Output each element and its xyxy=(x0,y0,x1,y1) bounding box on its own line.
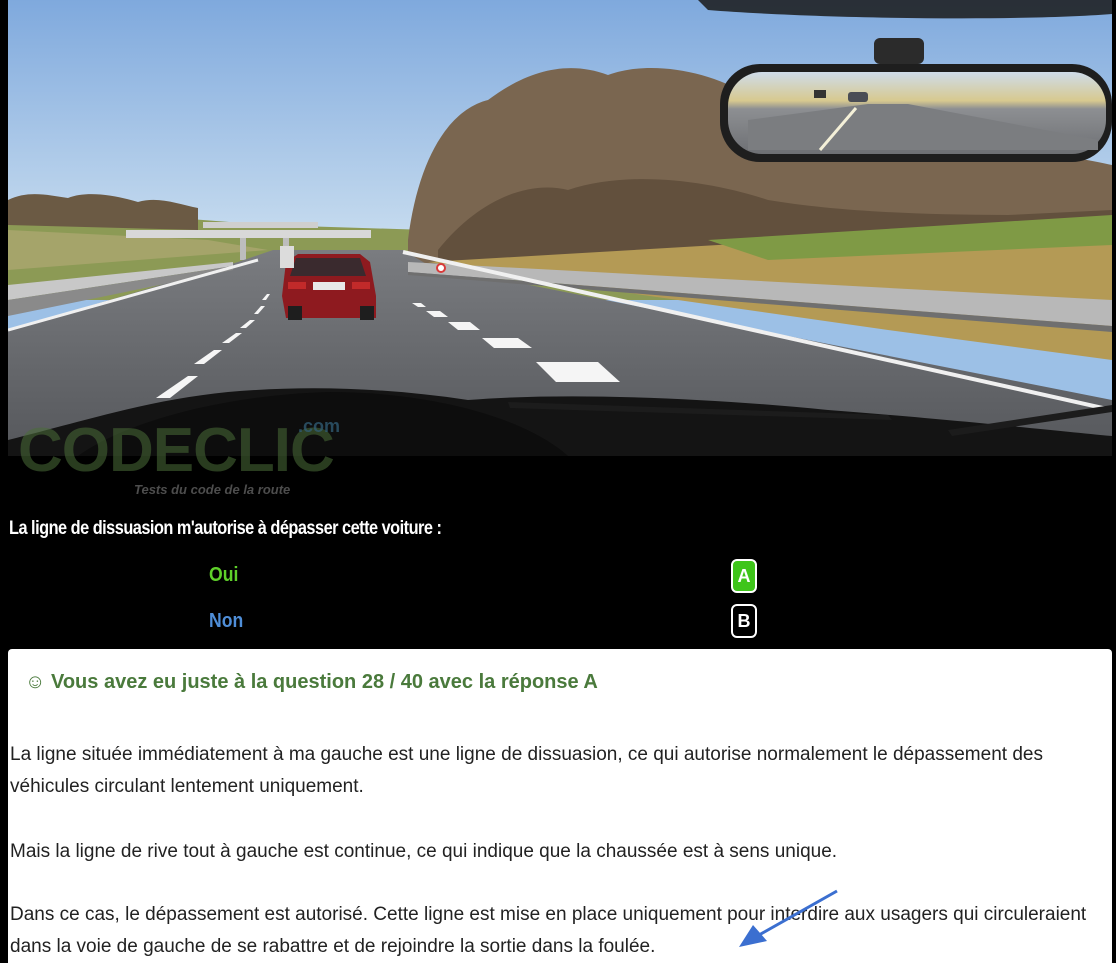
result-message: ☺ Vous avez eu juste à la question 28 / … xyxy=(25,671,598,694)
explanation-paragraph: La ligne située immédiatement à ma gauch… xyxy=(10,744,1043,797)
answer-b-label[interactable]: Non xyxy=(209,610,243,633)
result-text: Vous avez eu juste à la question 28 / 40… xyxy=(50,671,598,693)
explanation-panel: ☺ Vous avez eu juste à la question 28 / … xyxy=(8,649,1112,963)
answer-b-button[interactable]: B xyxy=(731,604,757,638)
logo-tagline: Tests du code de la route xyxy=(134,482,291,497)
question-photo xyxy=(8,0,1112,456)
logo-brand: CODECLIC xyxy=(18,416,335,485)
codeclic-logo: CODECLIC .com Tests du code de la route xyxy=(16,416,366,506)
logo-domain: .com xyxy=(298,416,341,436)
smiley-icon: ☺ xyxy=(25,671,46,693)
answer-a-button[interactable]: A xyxy=(731,559,757,593)
explanation-paragraph: Dans ce cas, le dépassement est autorisé… xyxy=(10,904,1087,957)
quiz-page: CODECLIC .com Tests du code de la route … xyxy=(0,0,1116,963)
answer-a-label[interactable]: Oui xyxy=(209,564,238,587)
explanation-paragraph: Mais la ligne de rive tout à gauche est … xyxy=(10,841,838,862)
annotation-arrow-icon xyxy=(739,889,838,947)
question-text: La ligne de dissuasion m'autorise à dépa… xyxy=(9,518,442,539)
